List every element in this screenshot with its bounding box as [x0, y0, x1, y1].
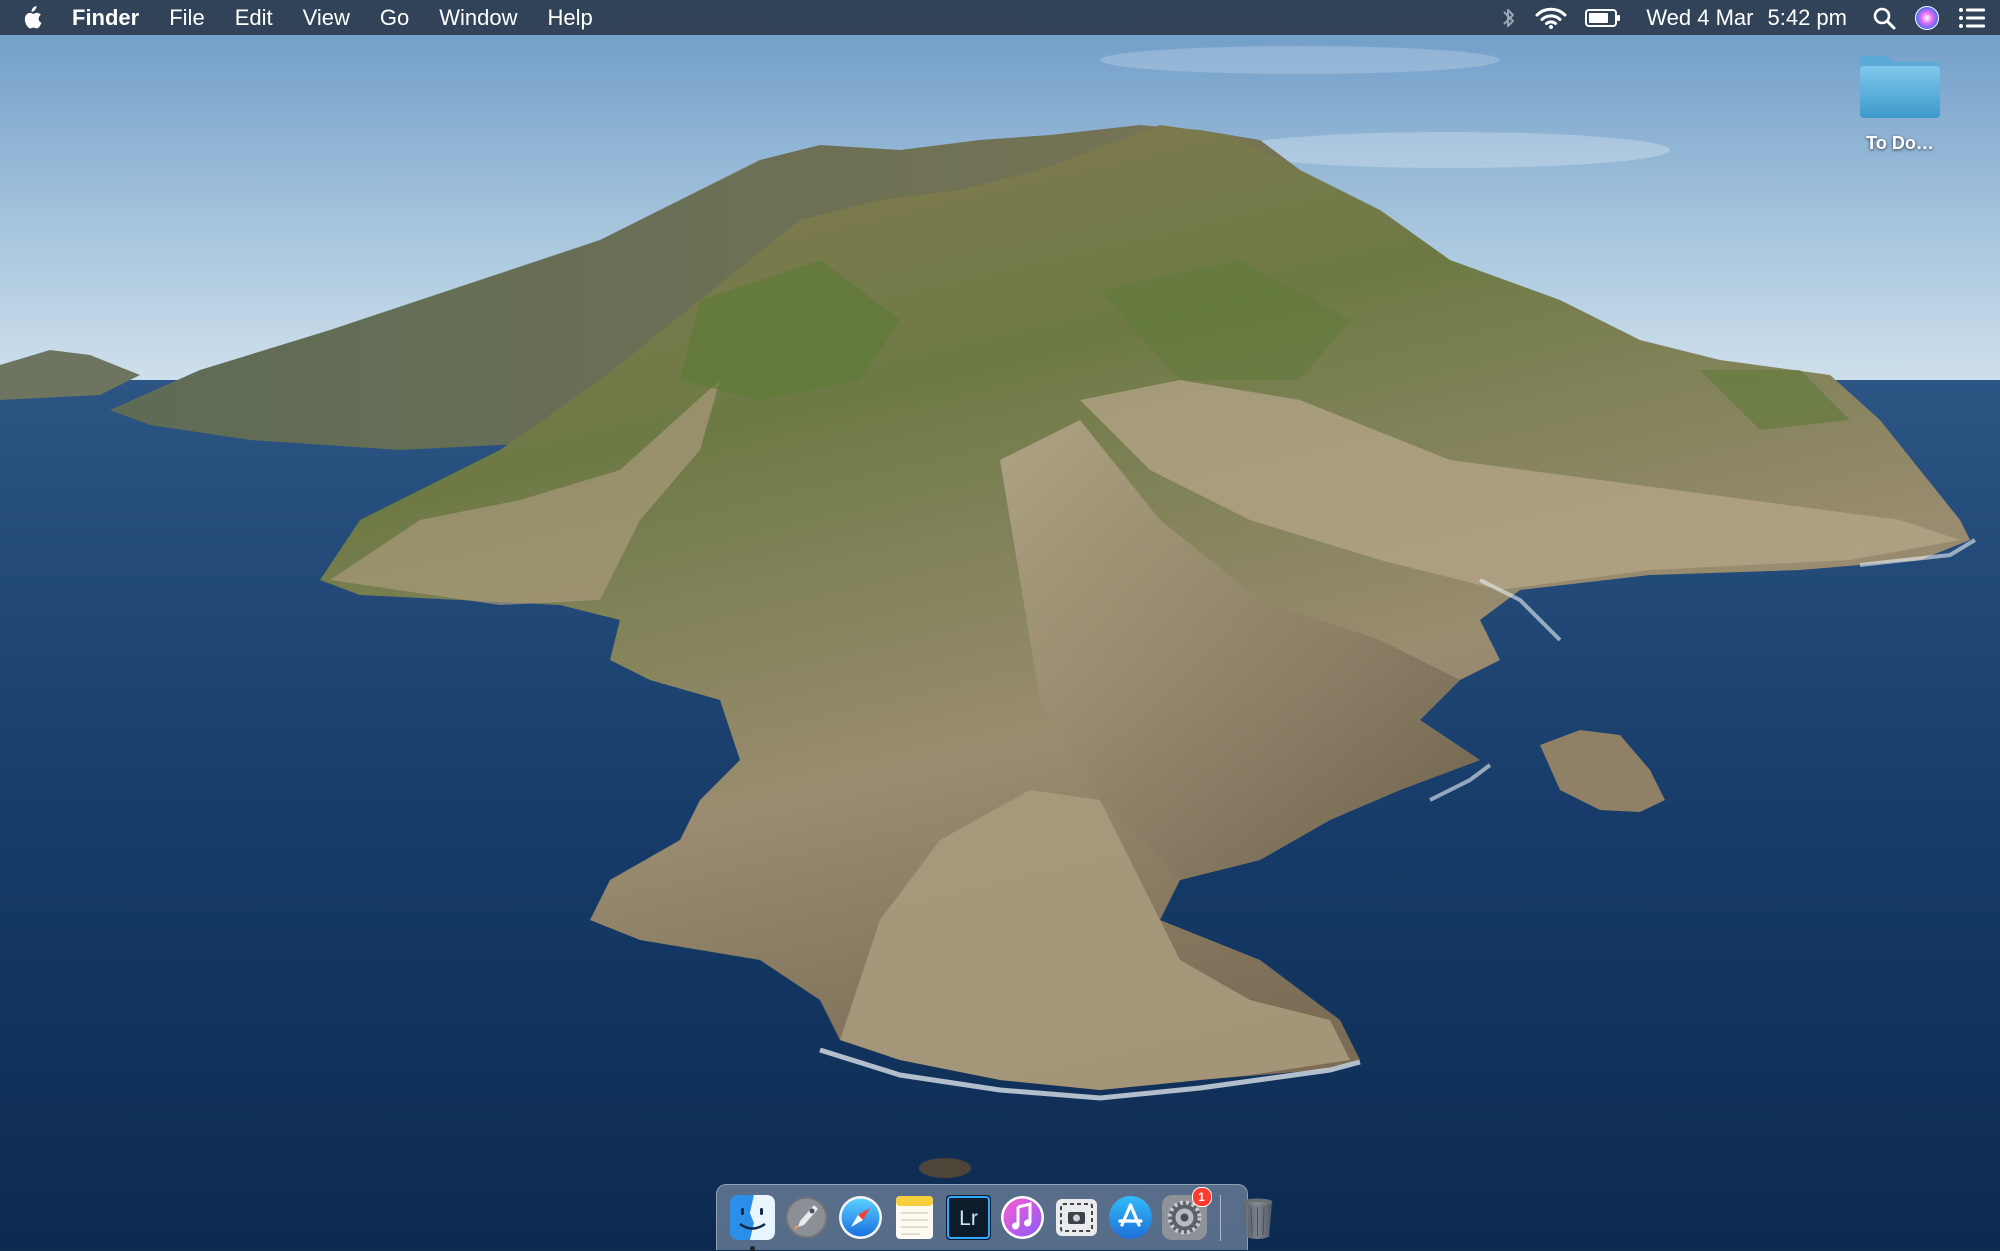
folder-icon [1860, 56, 1940, 118]
dock-itunes[interactable] [998, 1193, 1047, 1242]
dock-notes[interactable] [890, 1193, 939, 1242]
safari-icon [838, 1196, 882, 1239]
menu-bar: Finder File Edit View Go Window Help Wed… [0, 0, 2000, 35]
notification-center-icon[interactable] [1949, 0, 2000, 35]
clock-date: Wed 4 Mar [1646, 4, 1754, 30]
menu-file[interactable]: File [154, 0, 219, 35]
siri-icon[interactable] [1905, 0, 1949, 35]
dock-safari[interactable] [836, 1193, 885, 1242]
trash-icon [1242, 1198, 1272, 1239]
screenshot-icon [1055, 1199, 1097, 1236]
dock-trash[interactable] [1233, 1193, 1282, 1242]
notes-icon [895, 1196, 933, 1239]
menu-help[interactable]: Help [533, 0, 608, 35]
bluetooth-icon[interactable] [1492, 0, 1526, 35]
dock-launchpad[interactable] [782, 1193, 831, 1242]
dock-screenshot[interactable] [1052, 1193, 1101, 1242]
menu-view[interactable]: View [288, 0, 365, 35]
clock-time: 5:42 pm [1767, 4, 1848, 30]
lightroom-icon: Lr [945, 1195, 991, 1240]
dock-system-preferences[interactable]: 1 [1160, 1187, 1212, 1242]
launchpad-icon [785, 1196, 827, 1239]
menu-clock[interactable]: Wed 4 Mar 5:42 pm [1630, 5, 1863, 31]
desktop-folder-label: To Do… [1866, 133, 1934, 153]
wifi-icon[interactable] [1526, 0, 1576, 35]
app-store-icon [1108, 1196, 1152, 1239]
menu-bar-right: Wed 4 Mar 5:42 pm [1492, 0, 2000, 35]
itunes-icon [1000, 1196, 1044, 1239]
menu-bar-left: Finder File Edit View Go Window Help [0, 0, 608, 35]
finder-icon [729, 1195, 775, 1240]
running-indicator [749, 1246, 755, 1251]
notification-badge: 1 [1191, 1187, 1212, 1207]
menu-edit[interactable]: Edit [220, 0, 288, 35]
desktop-wallpaper [0, 0, 2000, 1250]
battery-icon[interactable] [1576, 0, 1630, 35]
dock: Lr 1 [716, 1184, 1272, 1251]
desktop-folder-to-do[interactable]: To Do… [1840, 52, 1960, 154]
menu-app-name[interactable]: Finder [62, 0, 154, 35]
dock-separator [1220, 1194, 1221, 1241]
spotlight-icon[interactable] [1863, 0, 1905, 35]
dock-finder[interactable] [728, 1193, 777, 1251]
menu-go[interactable]: Go [365, 0, 424, 35]
menu-window[interactable]: Window [424, 0, 532, 35]
apple-menu-icon[interactable] [0, 0, 62, 35]
lightroom-label: Lr [959, 1207, 978, 1230]
dock-lightroom[interactable]: Lr [944, 1193, 993, 1242]
dock-app-store[interactable] [1106, 1193, 1155, 1242]
